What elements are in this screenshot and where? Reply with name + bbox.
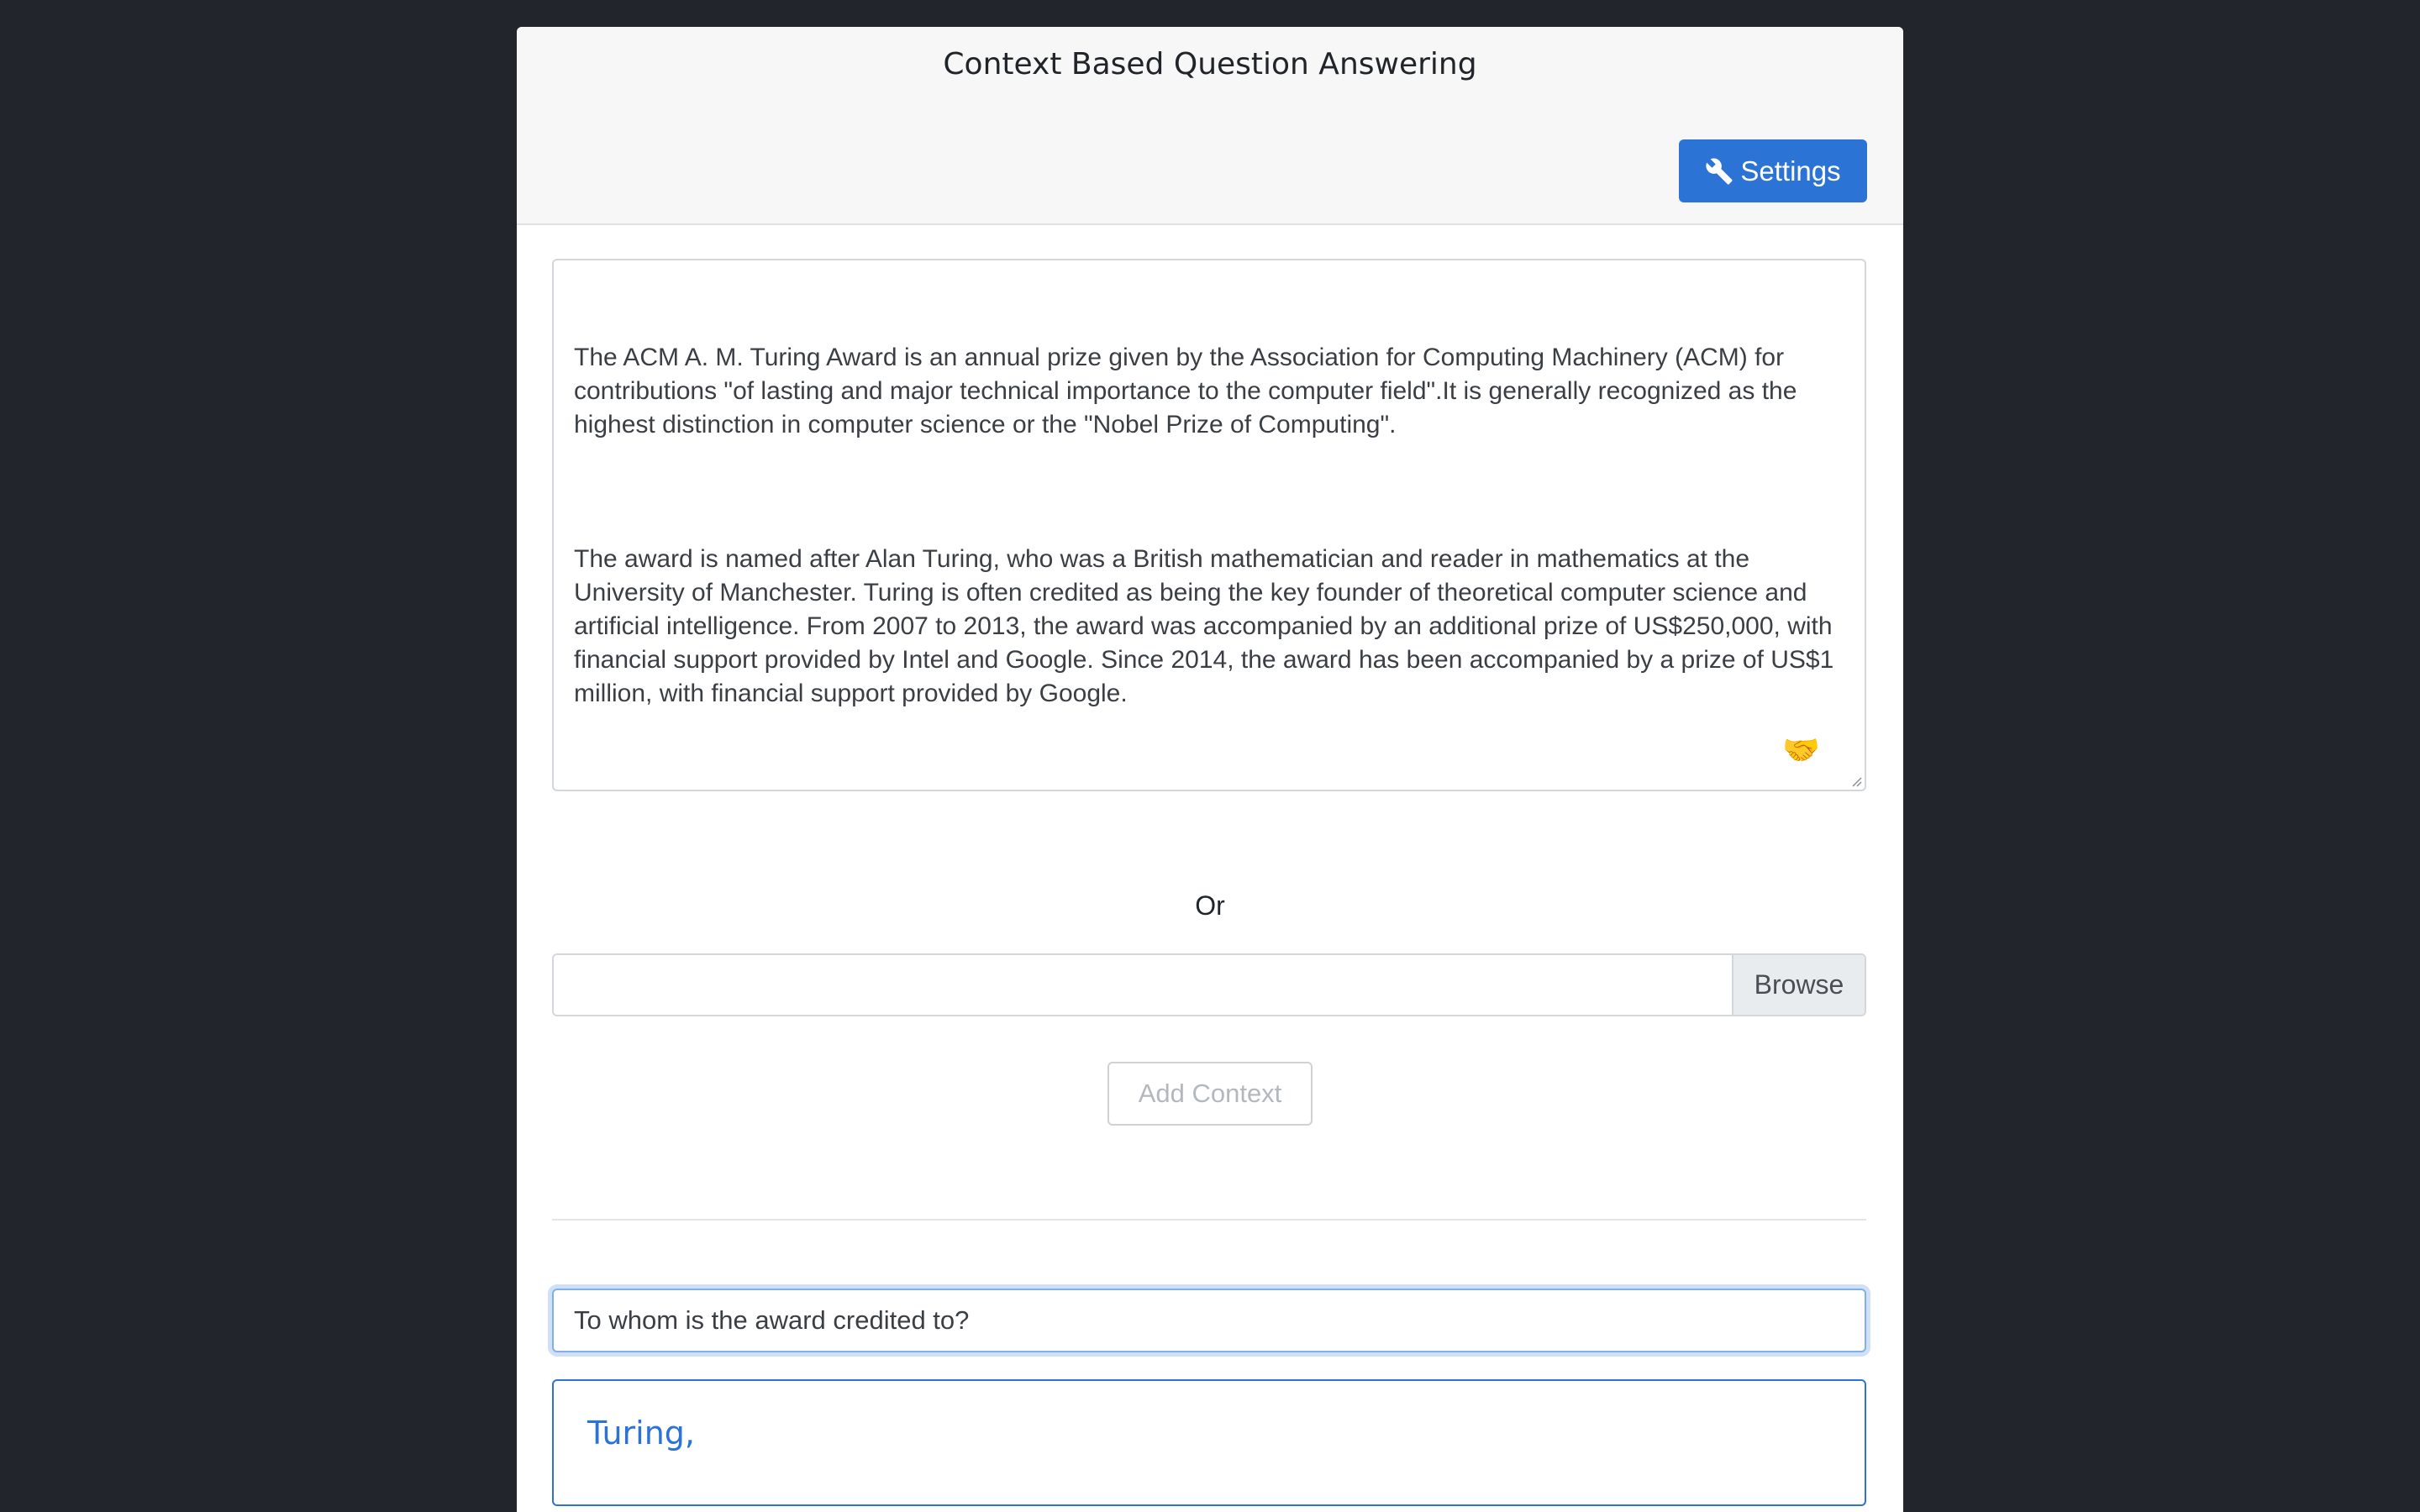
card-header: Context Based Question Answering Setting… <box>517 27 1903 225</box>
context-textarea[interactable]: The ACM A. M. Turing Award is an annual … <box>552 259 1866 791</box>
page-title: Context Based Question Answering <box>943 47 1477 81</box>
add-context-button[interactable]: Add Context <box>1107 1062 1313 1126</box>
context-paragraph-1: The ACM A. M. Turing Award is an annual … <box>574 344 1804 438</box>
question-input[interactable] <box>552 1289 1866 1352</box>
or-label: Or <box>1195 890 1225 921</box>
grammarly-icon[interactable]: G <box>1828 727 1865 767</box>
answer-text: Turing, <box>587 1415 695 1452</box>
file-upload-group: Browse <box>552 953 1866 1016</box>
context-paragraph-2: The award is named after Alan Turing, wh… <box>574 545 1841 707</box>
wrench-icon <box>1705 157 1733 186</box>
answer-box: Turing, <box>552 1379 1866 1506</box>
qa-card: Context Based Question Answering Setting… <box>517 27 1903 1512</box>
resize-handle-icon[interactable] <box>1850 775 1862 787</box>
browse-button[interactable]: Browse <box>1732 955 1865 1015</box>
divider <box>552 1219 1866 1221</box>
file-path-input[interactable] <box>554 955 1732 1015</box>
settings-label: Settings <box>1740 155 1841 186</box>
handshake-icon[interactable]: 🤝 <box>1782 732 1820 769</box>
settings-button[interactable]: Settings <box>1679 139 1867 202</box>
